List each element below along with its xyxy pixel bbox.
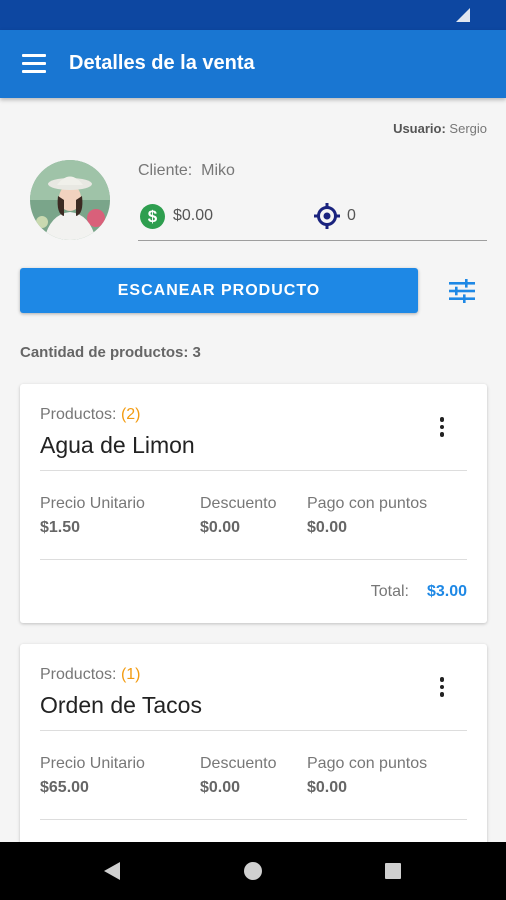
target-icon	[314, 203, 340, 229]
discount-label: Descuento	[200, 495, 277, 512]
product-count: Cantidad de productos: 3	[20, 344, 201, 361]
total-value: $3.00	[426, 583, 467, 600]
total-label: Total:	[370, 583, 409, 600]
page-title: Detalles de la venta	[69, 52, 255, 74]
divider	[40, 819, 467, 820]
back-icon[interactable]	[104, 862, 120, 880]
product-card: Productos: (2) Agua de Limon Precio Unit…	[20, 384, 487, 623]
tune-icon[interactable]	[449, 279, 475, 303]
points-payment-label: Pago con puntos	[307, 495, 428, 512]
recent-apps-icon[interactable]	[385, 863, 401, 879]
menu-icon[interactable]	[22, 54, 46, 74]
discount-value: $0.00	[200, 519, 241, 536]
points-payment-value: $0.00	[307, 779, 348, 796]
user-label: Usuario:	[393, 121, 446, 136]
product-card: Productos: (1) Orden de Tacos Precio Uni…	[20, 644, 487, 864]
product-qty: (1)	[120, 666, 141, 683]
navigation-bar	[0, 842, 506, 900]
divider	[40, 470, 467, 471]
more-vert-icon[interactable]	[438, 417, 446, 439]
client-name: Cliente: Miko	[138, 162, 235, 179]
client-points: 0	[347, 207, 356, 224]
scan-product-button[interactable]: ESCANEAR PRODUCTO	[20, 268, 418, 313]
discount-label: Descuento	[200, 755, 277, 772]
avatar	[30, 160, 110, 240]
product-qty-label: Productos: (1)	[40, 666, 141, 683]
app-bar: Detalles de la venta	[0, 30, 506, 98]
unit-price-value: $1.50	[40, 519, 81, 536]
user-info: Usuario: Sergio	[393, 121, 487, 136]
divider	[40, 559, 467, 560]
signal-icon	[456, 8, 470, 22]
product-name: Agua de Limon	[40, 432, 195, 458]
unit-price-label: Precio Unitario	[40, 495, 145, 512]
more-vert-icon[interactable]	[438, 677, 446, 699]
unit-price-label: Precio Unitario	[40, 755, 145, 772]
divider	[138, 240, 487, 241]
user-name: Sergio	[449, 121, 487, 136]
points-payment-label: Pago con puntos	[307, 755, 428, 772]
product-qty-label: Productos: (2)	[40, 406, 141, 423]
product-qty: (2)	[120, 406, 141, 423]
divider	[40, 730, 467, 731]
home-icon[interactable]	[244, 862, 262, 880]
points-payment-value: $0.00	[307, 519, 348, 536]
unit-price-value: $65.00	[40, 779, 89, 796]
client-balance: $0.00	[173, 207, 214, 224]
product-name: Orden de Tacos	[40, 692, 202, 718]
discount-value: $0.00	[200, 779, 241, 796]
dollar-icon: $	[140, 204, 165, 229]
status-bar	[0, 0, 506, 30]
